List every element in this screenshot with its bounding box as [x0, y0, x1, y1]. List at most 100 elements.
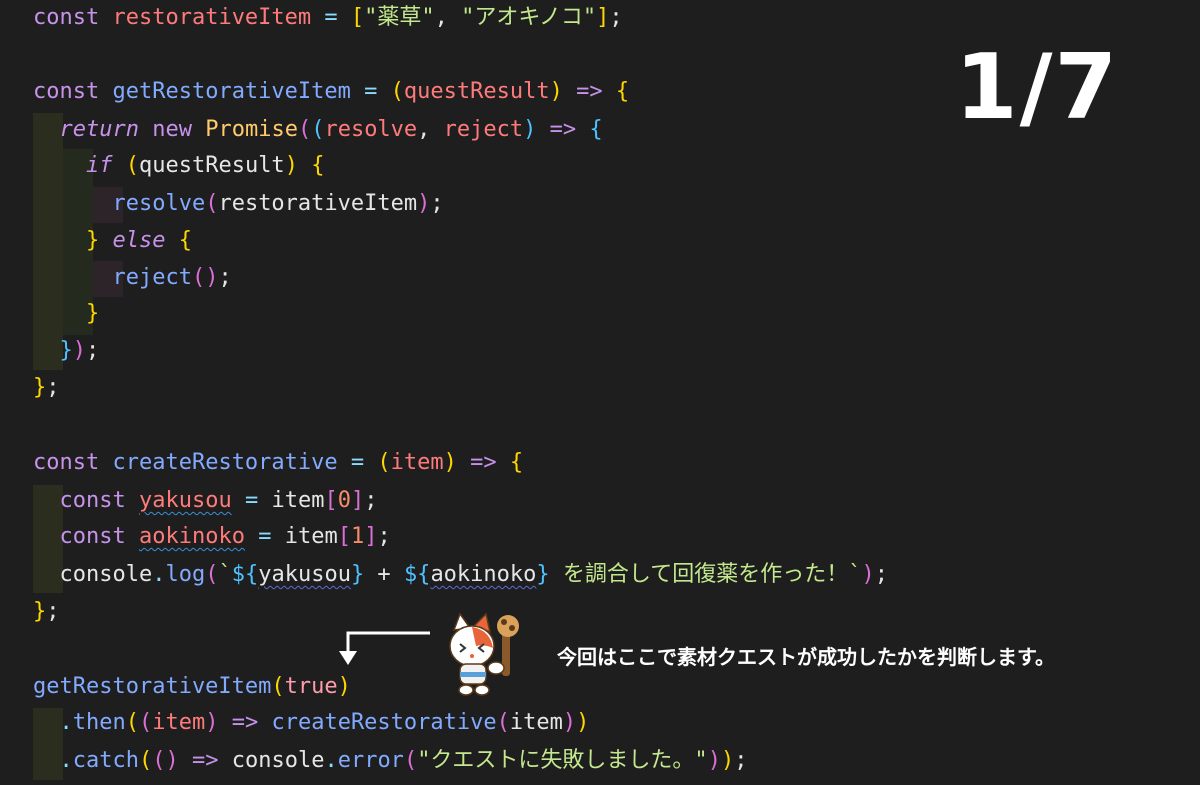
token-function: getRestorativeItem [33, 674, 272, 699]
code-line-3[interactable]: const getRestorativeItem = (questResult)… [33, 74, 629, 110]
token-function: then [72, 710, 126, 735]
token-bracket: ( [390, 79, 404, 104]
token-boolean: true [284, 674, 338, 699]
token-arrow: => [576, 79, 603, 104]
token-bracket: } [85, 301, 100, 326]
token-parameter: item [390, 450, 444, 475]
token-bracket: ) [576, 710, 590, 735]
token-bracket: ) [707, 748, 721, 773]
token-arrow: => [231, 710, 259, 735]
token-keyword: if [85, 153, 113, 178]
code-line-8[interactable]: reject(); [33, 260, 232, 296]
token-string: + [364, 562, 404, 587]
code-line-15[interactable]: const aokinoko = item[1]; [33, 519, 391, 555]
token-bracket: ( [496, 710, 510, 735]
token-variable: yakusou [138, 488, 232, 513]
code-line-14[interactable]: const yakusou = item[0]; [33, 483, 378, 519]
felyne-mascot-icon [449, 612, 519, 696]
token-bracket: ( [297, 117, 312, 142]
token-interpolation: } [350, 562, 365, 587]
token-keyword: const [59, 524, 126, 549]
token-function: error [337, 748, 404, 773]
token-punctuation: ; [364, 488, 378, 513]
token-operator: = [350, 450, 365, 475]
token-bracket: ] [350, 488, 365, 513]
code-line-11[interactable]: }; [33, 370, 60, 406]
code-line-20[interactable]: .then((item) => createRestorative(item)) [33, 705, 590, 741]
token-punctuation: . [152, 562, 166, 587]
token-identifier: console [231, 748, 325, 773]
token-parameter: item [152, 710, 206, 735]
token-punctuation: ; [46, 375, 60, 400]
code-line-16[interactable]: console.log(`${yakusou} + ${aokinoko} を調… [33, 557, 889, 593]
code-line-19[interactable]: getRestorativeItem(true) [33, 669, 351, 705]
token-function: catch [72, 748, 139, 773]
token-string: "クエストに失敗しました。" [417, 748, 708, 773]
token-bracket: } [85, 228, 100, 253]
token-punctuation: ; [377, 524, 391, 549]
code-line-6[interactable]: resolve(restorativeItem); [33, 186, 444, 222]
token-variable: restorativeItem [112, 5, 312, 30]
token-bracket: ) [165, 748, 179, 773]
token-number: 1 [350, 524, 365, 549]
token-operator: = [324, 5, 338, 30]
token-arrow: => [470, 450, 497, 475]
token-bracket: ) [861, 562, 875, 587]
token-keyword: const [59, 488, 126, 513]
caption-text: 今回はここで素材クエストが成功したかを判断します。 [557, 645, 1055, 669]
token-function: resolve [112, 191, 206, 216]
token-bracket: { [589, 117, 603, 142]
token-bracket: ( [138, 710, 153, 735]
token-punctuation: , [417, 117, 431, 142]
token-bracket: ( [271, 674, 285, 699]
token-bracket: ) [72, 338, 86, 363]
code-line-1[interactable]: const restorativeItem = ["薬草", "アオキノコ"]; [33, 0, 623, 36]
token-punctuation: ; [874, 562, 888, 587]
token-variable: yakusou [258, 562, 351, 587]
token-parameter: questResult [403, 79, 550, 104]
token-function: getRestorativeItem [112, 79, 351, 104]
token-interpolation: ${ [403, 562, 431, 587]
token-bracket: ] [364, 524, 378, 549]
token-punctuation: ; [430, 191, 444, 216]
token-bracket: ( [205, 191, 219, 216]
token-operator: = [258, 524, 272, 549]
code-line-21[interactable]: .catch(() => console.error("クエストに失敗しました。… [33, 743, 748, 779]
token-keyword: else [112, 228, 166, 253]
code-line-10[interactable]: }); [33, 333, 100, 369]
token-arrow: => [549, 117, 577, 142]
code-line-13[interactable]: const createRestorative = (item) => { [33, 445, 523, 481]
token-variable: aokinoko [430, 562, 537, 587]
token-bracket: ) [205, 710, 219, 735]
token-bracket: ) [720, 748, 735, 773]
code-line-7[interactable]: } else { [33, 223, 192, 259]
token-bracket: [ [337, 524, 351, 549]
token-bracket: ( [125, 153, 139, 178]
token-function: log [165, 562, 206, 587]
code-line-5[interactable]: if (questResult) { [33, 148, 324, 184]
token-bracket: ) [523, 117, 537, 142]
token-keyword: new [152, 117, 192, 142]
token-bracket: ( [152, 748, 166, 773]
code-line-9[interactable]: } [33, 296, 99, 332]
token-parameter: resolve [324, 117, 418, 142]
token-bracket: ( [191, 265, 206, 290]
code-line-4[interactable]: return new Promise((resolve, reject) => … [33, 112, 603, 148]
token-number: 0 [337, 488, 351, 513]
token-punctuation: . [59, 748, 73, 773]
token-punctuation: ; [86, 338, 100, 363]
token-class: Promise [205, 117, 298, 142]
token-punctuation: ; [218, 265, 232, 290]
token-interpolation: ${ [231, 562, 259, 587]
token-bracket: } [59, 338, 73, 363]
token-keyword: const [33, 450, 100, 475]
token-identifier: console [59, 562, 153, 587]
token-function: createRestorative [112, 450, 338, 475]
token-bracket: { [178, 228, 192, 253]
page-counter: 1/7 [955, 35, 1120, 140]
token-punctuation: . [59, 710, 73, 735]
code-line-17[interactable]: }; [33, 594, 60, 630]
token-bracket: } [33, 375, 47, 400]
token-bracket: ) [284, 153, 298, 178]
token-bracket: [ [324, 488, 338, 513]
